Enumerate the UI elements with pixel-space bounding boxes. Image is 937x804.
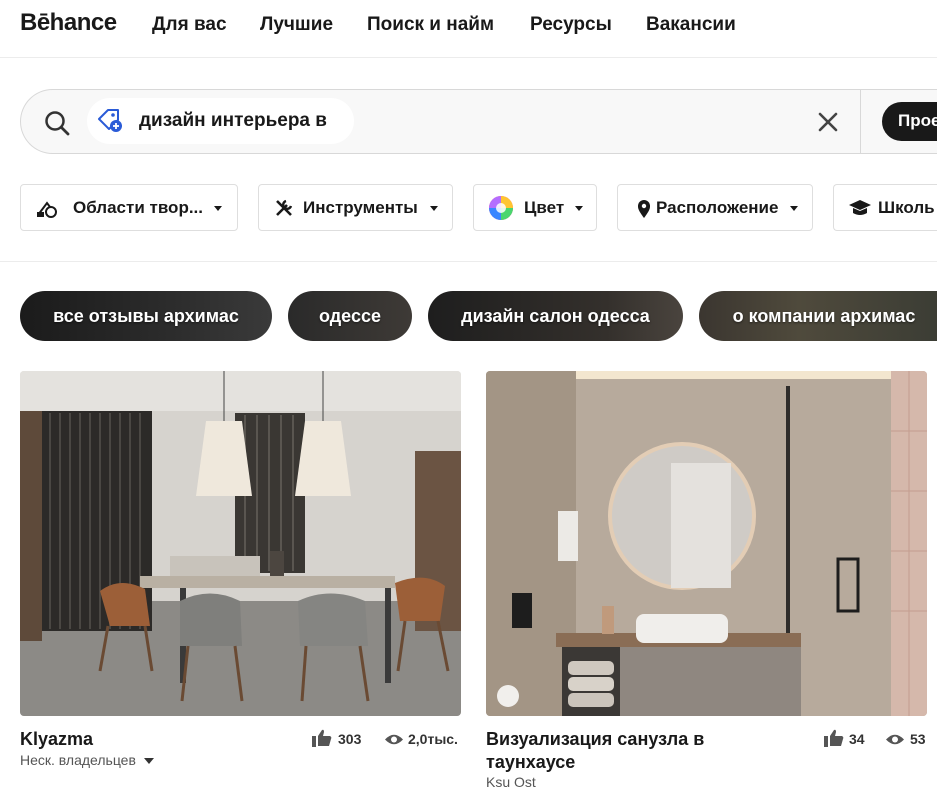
section-divider — [0, 261, 937, 262]
filter-schools[interactable]: Школь — [833, 184, 937, 231]
suggestion-pill[interactable]: одессе — [288, 291, 412, 341]
suggestion-label: все отзывы архимас — [53, 306, 239, 326]
suggestion-pill[interactable]: все отзывы архимас — [20, 291, 272, 341]
filter-label: Инструменты — [303, 198, 418, 217]
project-owner[interactable]: Ksu Ost — [486, 774, 536, 790]
nav-item-for-you[interactable]: Для вас — [152, 14, 227, 36]
suggestion-label: о компании архимас — [732, 306, 916, 326]
suggestion-pill[interactable]: дизайн салон одесса — [428, 291, 683, 341]
top-navigation: Bēhance Для вас Лучшие Поиск и найм Ресу… — [0, 0, 937, 58]
caret-down-icon — [143, 758, 154, 765]
chevron-down-icon — [430, 206, 438, 211]
filter-tools[interactable]: Инструменты — [258, 184, 453, 231]
search-query-text: дизайн интерьера в — [139, 110, 327, 131]
nav-item-resources[interactable]: Ресурсы — [530, 14, 612, 36]
thumbs-up-icon — [824, 729, 844, 747]
location-pin-icon — [638, 200, 650, 218]
project-owner[interactable]: Неск. владельцев — [20, 752, 154, 768]
suggestion-label: одессе — [319, 306, 381, 326]
nav-item-best[interactable]: Лучшие — [260, 14, 333, 36]
eye-icon — [886, 734, 904, 745]
chevron-down-icon — [214, 206, 222, 211]
chevron-down-icon — [790, 206, 798, 211]
views-count: 53 — [910, 731, 926, 747]
clear-search-icon[interactable] — [817, 111, 839, 133]
views-count: 2,0тыс. — [408, 731, 458, 747]
color-wheel-icon — [489, 196, 513, 220]
project-thumbnail[interactable] — [486, 371, 927, 716]
project-title[interactable]: Визуализация санузла в таунхаусе — [486, 728, 766, 774]
creative-fields-icon — [37, 201, 57, 218]
eye-icon — [385, 734, 403, 745]
owner-label: Неск. владельцев — [20, 752, 136, 768]
filter-label: Области твор... — [73, 198, 203, 217]
behance-logo[interactable]: Bēhance — [20, 9, 117, 37]
filter-label: Расположение — [656, 198, 779, 217]
nav-item-hire[interactable]: Поиск и найм — [367, 14, 494, 36]
projects-scope-button[interactable]: Прое — [882, 102, 937, 141]
graduation-cap-icon — [849, 200, 871, 215]
suggestion-label: дизайн салон одесса — [461, 306, 650, 326]
dining-room-image — [20, 371, 461, 716]
tag-add-icon — [98, 109, 122, 132]
likes-count: 34 — [849, 731, 865, 747]
project-thumbnail[interactable] — [20, 371, 461, 716]
chevron-down-icon — [575, 206, 583, 211]
project-title[interactable]: Klyazma — [20, 728, 93, 751]
thumbs-up-icon — [312, 729, 332, 747]
search-query-chip[interactable]: дизайн интерьера в — [87, 98, 354, 144]
search-divider — [860, 90, 861, 153]
tools-icon — [276, 199, 293, 216]
filter-color[interactable]: Цвет — [473, 184, 597, 231]
likes-count: 303 — [338, 731, 362, 747]
owner-label: Ksu Ost — [486, 774, 536, 790]
filter-location[interactable]: Расположение — [617, 184, 813, 231]
search-icon — [45, 111, 70, 136]
search-bar[interactable]: дизайн интерьера в Прое — [20, 89, 937, 154]
filter-label: Школь — [878, 198, 935, 217]
bathroom-image — [486, 371, 927, 716]
suggestion-pill[interactable]: о компании архимас — [699, 291, 937, 341]
filter-creative-fields[interactable]: Области твор... — [20, 184, 238, 231]
filter-label: Цвет — [524, 198, 565, 217]
nav-item-jobs[interactable]: Вакансии — [646, 14, 736, 36]
